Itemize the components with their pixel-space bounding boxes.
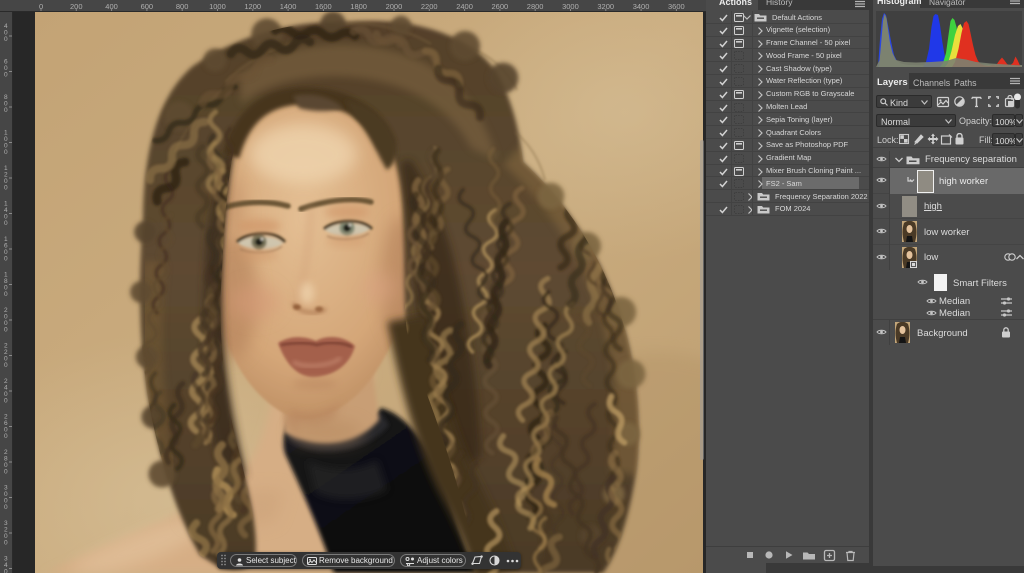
svg-text:0: 0 <box>4 540 8 547</box>
svg-text:0: 0 <box>4 504 8 511</box>
svg-text:0: 0 <box>4 398 8 405</box>
svg-text:0: 0 <box>4 36 8 43</box>
svg-text:0: 0 <box>4 327 8 334</box>
svg-text:0: 0 <box>4 107 8 114</box>
svg-text:0: 0 <box>4 149 8 156</box>
svg-text:0: 0 <box>4 569 8 573</box>
svg-text:0: 0 <box>4 469 8 476</box>
svg-text:0: 0 <box>4 220 8 227</box>
svg-text:0: 0 <box>4 256 8 263</box>
svg-text:0: 0 <box>4 291 8 298</box>
svg-text:0: 0 <box>4 185 8 192</box>
svg-text:0: 0 <box>4 433 8 440</box>
svg-text:0: 0 <box>4 72 8 79</box>
svg-text:0: 0 <box>4 362 8 369</box>
